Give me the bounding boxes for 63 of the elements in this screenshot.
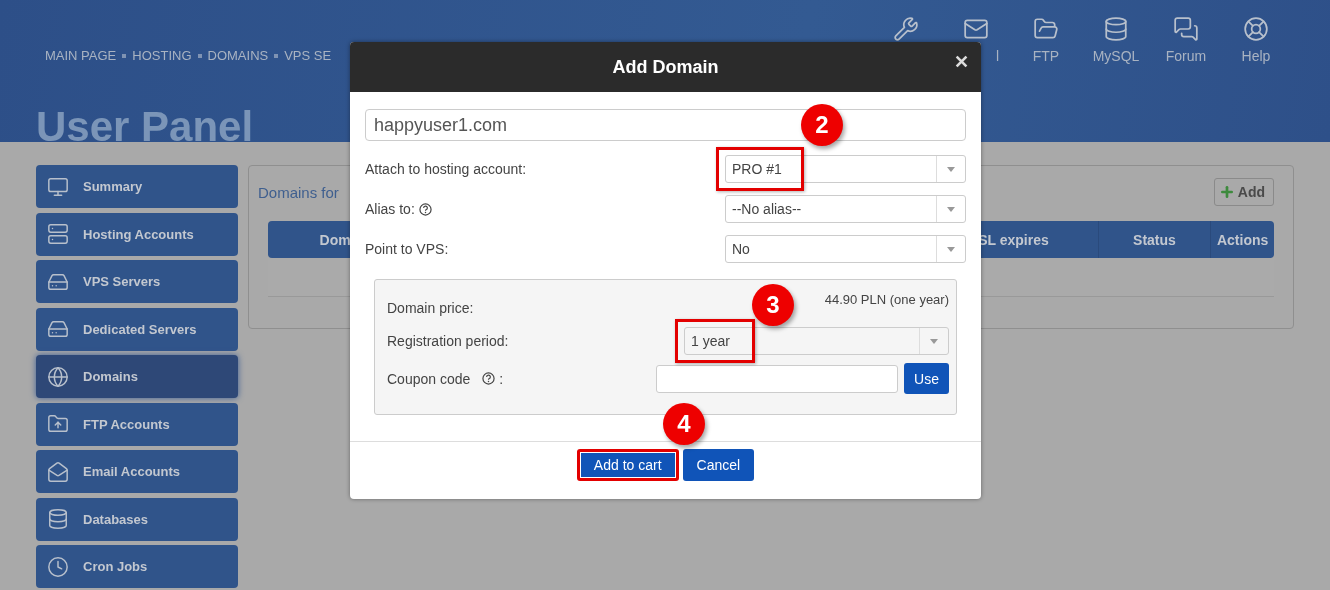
server-icon <box>47 223 69 245</box>
coupon-input[interactable] <box>656 364 899 393</box>
column-header: Actions <box>1216 231 1269 248</box>
column-header: Status <box>1133 231 1176 248</box>
monitor-icon <box>47 175 69 198</box>
nav-link[interactable]: l <box>995 48 1011 64</box>
nav-link[interactable]: FTP <box>1032 48 1060 64</box>
help-icon[interactable] <box>482 372 496 385</box>
field-label: Alias to: <box>365 201 432 217</box>
sidebar-item[interactable]: Dedicated Servers <box>36 307 238 351</box>
select-field[interactable]: 1 year <box>684 327 949 355</box>
sidebar-item[interactable]: FTP Accounts <box>36 402 238 446</box>
sidebar-item[interactable]: VPS Servers <box>36 260 238 303</box>
database-icon <box>47 508 69 530</box>
plus-icon <box>1218 184 1235 200</box>
tools-icon[interactable] <box>893 16 919 42</box>
field-label: Attach to hosting account: <box>365 161 527 177</box>
clock-icon <box>47 555 69 578</box>
sidebar-item[interactable]: Summary <box>36 165 238 208</box>
folder-icon <box>47 413 69 435</box>
close-button[interactable]: ✕ <box>954 51 969 73</box>
caret-icon <box>947 166 955 172</box>
sidebar-item[interactable]: Domains <box>36 355 238 398</box>
caret-icon <box>930 338 938 344</box>
breadcrumb-link[interactable]: VPS SE <box>284 48 332 63</box>
select-field[interactable]: --No alias-- <box>725 195 966 223</box>
column-header: Dom <box>319 231 351 248</box>
nav-link[interactable]: Forum <box>1165 48 1207 64</box>
dialog-button[interactable]: Add to cart <box>576 449 679 481</box>
server-icon <box>47 318 69 340</box>
dialog-button[interactable]: Cancel <box>682 449 755 481</box>
use-button[interactable]: Use <box>904 363 949 394</box>
sidebar-item[interactable]: Hosting Accounts <box>36 212 238 256</box>
help-icon[interactable] <box>418 202 432 216</box>
field-label: Point to VPS: <box>365 241 449 257</box>
mail-icon[interactable] <box>963 16 989 42</box>
field-label: Coupon code : <box>387 370 504 387</box>
select-field[interactable]: No <box>725 235 966 263</box>
select-field[interactable]: PRO #1 <box>725 155 966 183</box>
nav-link[interactable]: MySQL <box>1092 48 1140 64</box>
caret-icon <box>947 206 955 212</box>
sidebar-item[interactable]: Cron Jobs <box>36 545 238 588</box>
chat-icon[interactable] <box>1173 16 1199 42</box>
database-icon[interactable] <box>1103 16 1129 42</box>
breadcrumb-link[interactable]: MAIN PAGE <box>45 48 117 63</box>
folder-icon[interactable] <box>1033 16 1059 42</box>
breadcrumb-link[interactable]: HOSTING <box>132 48 192 63</box>
lifebuoy-icon[interactable] <box>1243 16 1269 42</box>
nav-link[interactable]: Help <box>1241 48 1271 64</box>
dialog-title: Add Domain <box>612 56 719 78</box>
sidebar-item[interactable]: Email Accounts <box>36 450 238 493</box>
sidebar-item[interactable]: Databases <box>36 497 238 541</box>
add-button[interactable]: Add <box>1213 178 1274 206</box>
step-marker: 2 <box>801 104 843 146</box>
caret-icon <box>947 246 955 252</box>
panel-title: Domains for <box>258 183 339 201</box>
field-label: Domain price: <box>387 300 474 316</box>
mail-icon <box>47 460 69 483</box>
field-label: Registration period: <box>387 333 509 349</box>
price-text: 44.90 PLN (one year) <box>824 292 949 307</box>
globe-icon <box>47 365 69 388</box>
breadcrumb-link[interactable]: DOMAINS <box>207 48 269 63</box>
page-title: User Panel <box>36 103 254 151</box>
